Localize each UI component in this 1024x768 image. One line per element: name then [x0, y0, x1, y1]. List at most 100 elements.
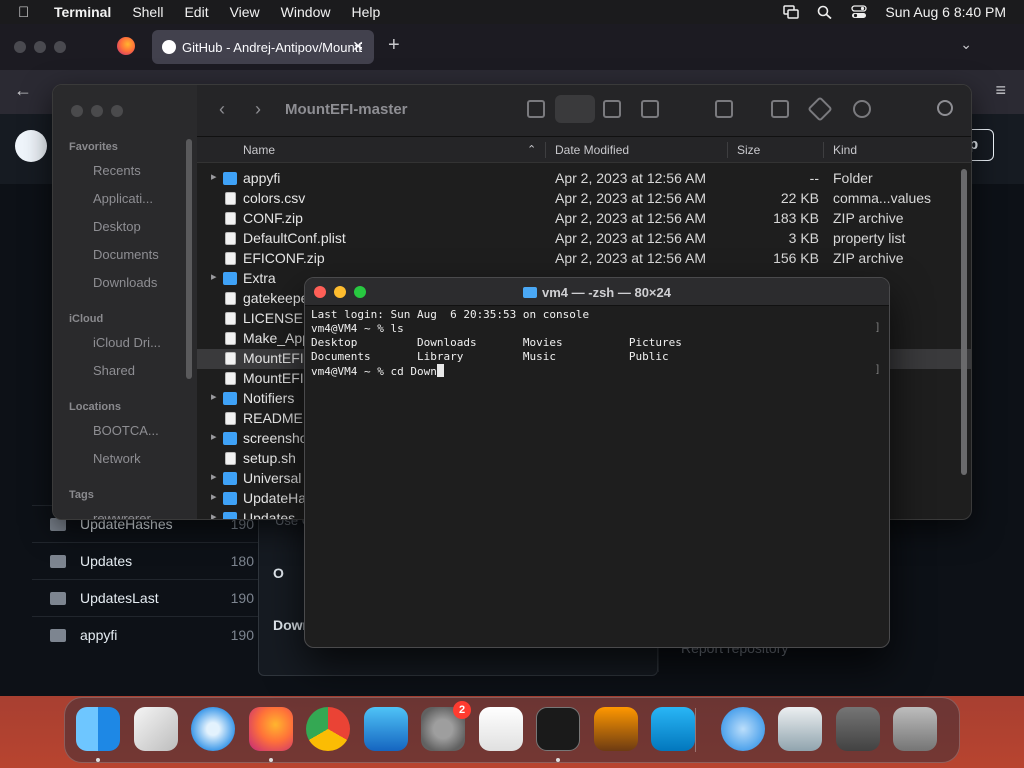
widgets-icon[interactable] — [720, 707, 765, 751]
finder-row[interactable]: EFICONF.zip Apr 2, 2023 at 12:56 AM 156 KB… — [197, 249, 971, 269]
github-logo-icon[interactable] — [15, 130, 47, 162]
github-file-row[interactable]: UpdatesLast 190 — [32, 579, 258, 616]
dock-running-indicator — [556, 758, 560, 762]
terminal-title-bar[interactable]: vm4 — -zsh — 80×24 — [305, 278, 889, 306]
github-file-row[interactable]: Updates 180 — [32, 542, 258, 579]
disclosure-triangle-icon[interactable]: ▸ — [211, 390, 217, 403]
finder-column-header: Name ⌃ Date Modified Size Kind — [197, 137, 971, 163]
menu-shell[interactable]: Shell — [132, 4, 163, 20]
folder-icon — [223, 272, 237, 285]
sidebar-item-network[interactable]: Network — [93, 451, 193, 466]
sidebar-item-downloads[interactable]: Downloads — [93, 275, 193, 290]
file-icon — [225, 292, 236, 305]
keychain-icon[interactable] — [835, 707, 880, 751]
disclosure-triangle-icon[interactable]: ▸ — [211, 430, 217, 443]
file-icon — [225, 372, 236, 385]
disclosure-triangle-icon[interactable]: ▸ — [211, 270, 217, 283]
terminal-cursor — [436, 364, 444, 377]
file-icon — [225, 332, 236, 345]
column-name[interactable]: Name — [243, 143, 275, 157]
disclosure-triangle-icon[interactable]: ▸ — [211, 490, 217, 503]
column-date-modified[interactable]: Date Modified — [555, 143, 629, 157]
finder-window-controls[interactable] — [71, 105, 123, 117]
folder-icon — [50, 628, 66, 642]
preview-icon[interactable] — [778, 707, 822, 751]
sidebar-item-documents[interactable]: Documents — [93, 247, 193, 262]
terminal-output[interactable]: Last login: Sun Aug 6 20:35:53 on consol… — [311, 308, 883, 647]
vscode-icon[interactable] — [651, 707, 695, 751]
github-file-row[interactable]: appyfi 190 — [32, 616, 258, 653]
control-center-icon[interactable] — [851, 5, 868, 19]
sidebar-item-shared[interactable]: Shared — [93, 363, 193, 378]
finder-icon[interactable] — [76, 707, 120, 751]
trash-icon[interactable] — [893, 707, 937, 751]
tab-list-chevron-icon[interactable]: ⌄ — [960, 36, 972, 53]
sidebar-item-recents[interactable]: Recents — [93, 163, 193, 178]
terminal-icon[interactable] — [536, 707, 580, 751]
file-kind: ZIP archive — [833, 250, 904, 266]
browser-tab-github[interactable]: GitHub - Andrej-Antipov/MountEFI ✕ — [152, 30, 374, 64]
menu-edit[interactable]: Edit — [184, 4, 208, 20]
terminal-window[interactable]: vm4 — -zsh — 80×24 Last login: Sun Aug 6… — [304, 277, 890, 648]
menu-app-name[interactable]: Terminal — [54, 4, 111, 20]
launchpad-icon[interactable] — [133, 707, 178, 751]
app-store-icon[interactable] — [363, 707, 408, 751]
file-name: colors.csv — [243, 190, 306, 206]
gallery-view-icon[interactable] — [641, 100, 659, 118]
finder-row[interactable]: DefaultConf.plist Apr 2, 2023 at 12:56 AM… — [197, 229, 971, 249]
finder-search-icon[interactable] — [937, 100, 953, 116]
screen-mirroring-icon[interactable] — [783, 5, 800, 19]
notification-badge: 2 — [453, 701, 471, 719]
finder-forward-icon[interactable]: › — [255, 99, 261, 120]
column-view-icon[interactable] — [603, 100, 621, 118]
menu-view[interactable]: View — [230, 4, 260, 20]
sidebar-item-applications[interactable]: Applicati... — [93, 191, 193, 206]
file-icon — [225, 252, 236, 265]
file-date: Apr 2, 2023 at 12:56 AM — [555, 190, 706, 206]
menu-clock[interactable]: Sun Aug 6 8:40 PM — [885, 4, 1006, 20]
file-size: 22 KB — [780, 190, 819, 206]
group-by-icon[interactable] — [715, 100, 733, 118]
finder-row[interactable]: CONF.zip Apr 2, 2023 at 12:56 AM 183 KB ZIP… — [197, 209, 971, 229]
finder-back-icon[interactable]: ‹ — [219, 99, 225, 120]
finder-row[interactable]: ▸ appyfi Apr 2, 2023 at 12:56 AM -- Folder — [197, 169, 971, 189]
finder-scrollbar[interactable] — [961, 169, 967, 475]
file-name: setup.sh — [243, 450, 296, 466]
safari-icon[interactable] — [191, 707, 235, 751]
browser-menu-icon[interactable]: ≡ — [995, 80, 1006, 101]
sidebar-item-icloud-drive[interactable]: iCloud Dri... — [93, 335, 193, 350]
folder-icon — [223, 432, 237, 445]
disclosure-triangle-icon[interactable]: ▸ — [211, 510, 217, 519]
sidebar-item-tag[interactable]: rewwrerer — [93, 511, 193, 519]
list-view-button[interactable] — [555, 95, 595, 123]
column-size[interactable]: Size — [737, 143, 760, 157]
spotlight-search-icon[interactable] — [817, 5, 833, 19]
more-actions-icon[interactable] — [853, 100, 871, 118]
apple-menu-icon[interactable]:  — [18, 4, 36, 21]
chrome-icon[interactable] — [306, 707, 350, 751]
terminal-input[interactable]: vm4@VM4 ~ % cd Down — [311, 365, 437, 378]
icon-view-icon[interactable] — [527, 100, 545, 118]
textedit-icon[interactable] — [478, 707, 523, 751]
tag-icon[interactable] — [807, 96, 833, 122]
sidebar-item-bootcamp[interactable]: BOOTCA... — [93, 423, 193, 438]
file-name: README.r — [243, 410, 312, 426]
browser-back-icon[interactable]: ← — [14, 80, 32, 101]
sidebar-item-desktop[interactable]: Desktop — [93, 219, 193, 234]
disclosure-triangle-icon[interactable]: ▸ — [211, 470, 217, 483]
sort-chevron-icon[interactable]: ⌃ — [527, 143, 536, 156]
disclosure-triangle-icon[interactable]: ▸ — [211, 170, 217, 183]
finder-row[interactable]: colors.csv Apr 2, 2023 at 12:56 AM 22 KB co… — [197, 189, 971, 209]
firefox-window-controls[interactable] — [14, 41, 66, 53]
tab-close-icon[interactable]: ✕ — [352, 38, 364, 55]
column-kind[interactable]: Kind — [833, 143, 857, 157]
menu-help[interactable]: Help — [351, 4, 380, 20]
file-date: Apr 2, 2023 at 12:56 AM — [555, 210, 706, 226]
menu-window[interactable]: Window — [281, 4, 331, 20]
share-icon[interactable] — [771, 100, 789, 118]
new-tab-icon[interactable]: + — [388, 34, 400, 57]
firefox-icon[interactable] — [248, 707, 293, 751]
garageband-icon[interactable] — [593, 707, 638, 751]
sidebar-scrollbar[interactable] — [186, 139, 192, 379]
dropdown-open-item[interactable]: O — [273, 565, 284, 581]
